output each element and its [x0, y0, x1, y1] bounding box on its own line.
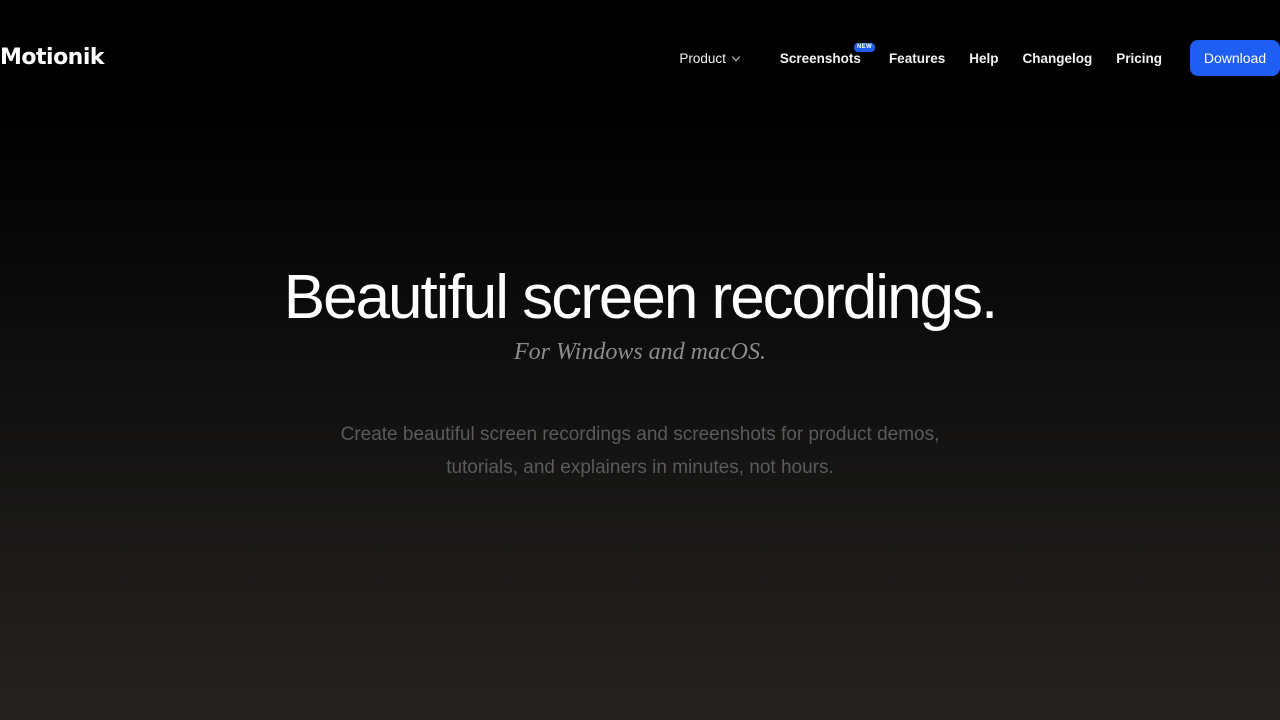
nav-link-screenshots[interactable]: Screenshots NEW: [779, 42, 875, 66]
nav-screenshots-label: Screenshots: [779, 50, 861, 66]
nav-product-label: Product: [679, 50, 726, 66]
nav-link-changelog[interactable]: Changelog: [1022, 51, 1092, 66]
hero-subtitle: For Windows and macOS.: [514, 339, 766, 365]
nav-links: Product Screenshots NEW Features Help Ch…: [679, 40, 1280, 76]
hero-description: Create beautiful screen recordings and s…: [340, 424, 940, 478]
chevron-down-icon: [731, 52, 741, 61]
new-badge: NEW: [854, 42, 875, 52]
nav-link-features[interactable]: Features: [889, 51, 945, 66]
brand-logo[interactable]: Motionik: [0, 46, 105, 70]
nav-link-help[interactable]: Help: [969, 51, 998, 66]
nav-link-pricing[interactable]: Pricing: [1116, 51, 1162, 66]
download-button[interactable]: Download: [1190, 40, 1280, 76]
top-nav: Motionik Product Screenshots NEW Feature…: [0, 40, 1280, 76]
nav-product-dropdown[interactable]: Product: [679, 50, 741, 66]
hero-title: Beautiful screen recordings.: [283, 263, 999, 332]
